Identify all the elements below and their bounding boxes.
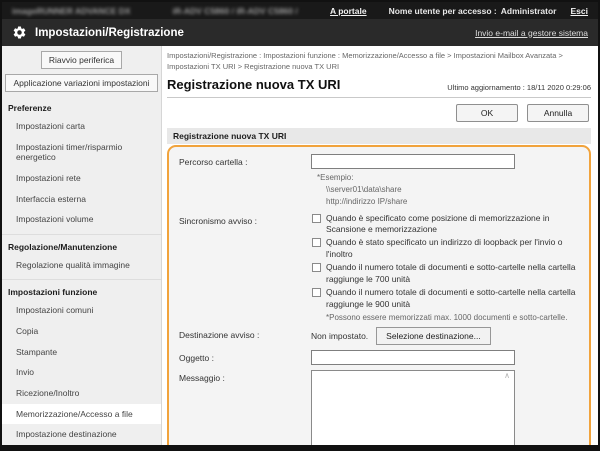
select-destination-button[interactable]: Selezione destinazione... [376,327,491,345]
sync-option-row: Quando è specificato come posizione di m… [311,213,579,236]
sidebar-item-interfaccia-esterna[interactable]: Interfaccia esterna [2,189,161,210]
email-admin-link[interactable]: Invio e-mail a gestore sistema [475,28,588,38]
main-content: Impostazioni/Registrazione : Impostazion… [162,46,598,445]
sync-option-row: Quando il numero totale di documenti e s… [311,287,579,310]
sidebar-item-regolazione-qualita[interactable]: Regolazione qualità immagine [2,255,161,276]
sync-option-1-label: Quando è specificato come posizione di m… [326,213,579,236]
example-http-path: http://indirizzo IP/share [326,196,579,208]
form-section-header: Registrazione nuova TX URI [167,128,591,144]
remote-ui-window: imageRUNNER ADVANCE DX iR-ADV C5860 / iR… [0,0,600,451]
sidebar-section-preferenze: Preferenze [2,96,161,116]
device-topbar: imageRUNNER ADVANCE DX iR-ADV C5860 / iR… [2,2,598,19]
device-name-blurred: imageRUNNER ADVANCE DX [12,6,131,16]
sync-notice-row: Sincronismo avviso : Quando è specificat… [179,213,579,323]
sidebar-item-invio[interactable]: Invio [2,362,161,383]
sync-option-row: Quando è stato specificato un indirizzo … [311,237,579,260]
restart-device-button[interactable]: Riavvio periferica [41,51,122,69]
example-unc-path: \\server01\data\share [326,184,579,196]
sidebar-item-copia[interactable]: Copia [2,321,161,342]
sidebar-item-impostazioni-volume[interactable]: Impostazioni volume [2,209,161,230]
notice-destination-row: Destinazione avviso : Non impostato. Sel… [179,327,579,345]
sidebar-item-ricezione-inoltro[interactable]: Ricezione/Inoltro [2,383,161,404]
scroll-up-icon[interactable]: ∧ [504,372,510,380]
sidebar-item-impostazione-destinazione[interactable]: Impostazione destinazione [2,424,161,445]
sync-option-4-label: Quando il numero totale di documenti e s… [326,287,579,310]
notice-destination-label: Destinazione avviso : [179,327,311,345]
sync-option-3-checkbox[interactable] [312,263,321,272]
message-scrollbar[interactable]: ∧ ∨ [501,372,513,445]
settings-header: Impostazioni/Registrazione Invio e-mail … [2,19,598,46]
folder-path-row: Percorso cartella : *Esempio: \\server01… [179,154,579,208]
notice-destination-status: Non impostato. [311,331,368,341]
logout-link[interactable]: Esci [571,6,589,16]
title-row: Registrazione nuova TX URI Ultimo aggior… [167,77,591,98]
login-user-value: Administrator [501,6,557,16]
action-button-row: OK Annulla [167,104,589,122]
sync-option-row: Quando il numero totale di documenti e s… [311,262,579,285]
example-title: *Esempio: [317,172,579,184]
ok-button[interactable]: OK [456,104,518,122]
sidebar-item-impostazioni-timer[interactable]: Impostazioni timer/risparmio energetico [2,137,161,168]
page-title: Registrazione nuova TX URI [167,77,340,92]
page-section-title: Impostazioni/Registrazione [35,27,475,39]
sync-notice-footnote: *Possono essere memorizzati max. 1000 do… [326,313,579,322]
sidebar-section-regolazione: Regolazione/Manutenzione [2,234,161,255]
sidebar-item-impostazioni-comuni[interactable]: Impostazioni comuni [2,300,161,321]
sync-option-2-label: Quando è stato specificato un indirizzo … [326,237,579,260]
device-model-blurred: iR-ADV C5860 / iR-ADV C5860 / [173,6,298,16]
apply-setting-changes-button[interactable]: Applicazione variazioni impostazioni [5,74,157,92]
message-label: Messaggio : [179,370,311,445]
sidebar-section-funzione: Impostazioni funzione [2,279,161,300]
sync-option-4-checkbox[interactable] [312,288,321,297]
login-user-label: Nome utente per accesso : [389,6,497,16]
folder-path-label: Percorso cartella : [179,154,311,208]
settings-sidebar: Riavvio periferica Applicazione variazio… [2,46,162,445]
sidebar-item-impostazioni-rete[interactable]: Impostazioni rete [2,168,161,189]
sync-option-1-checkbox[interactable] [312,214,321,223]
sync-option-2-checkbox[interactable] [312,238,321,247]
sidebar-item-stampante[interactable]: Stampante [2,342,161,363]
gear-icon [12,25,27,40]
cancel-button[interactable]: Annulla [527,104,589,122]
sidebar-item-impostazioni-carta[interactable]: Impostazioni carta [2,116,161,137]
folder-path-example: *Esempio: \\server01\data\share http://i… [317,172,579,208]
tx-uri-form-panel: Percorso cartella : *Esempio: \\server01… [167,145,591,446]
last-update-text: Ultimo aggiornamento : 18/11 2020 0:29:0… [447,83,591,92]
sync-option-3-label: Quando il numero totale di documenti e s… [326,262,579,285]
subject-label: Oggetto : [179,350,311,365]
subject-input[interactable] [311,350,515,365]
message-textarea[interactable]: ∧ ∨ [311,370,515,445]
message-row: Messaggio : ∧ ∨ [179,370,579,445]
sync-notice-label: Sincronismo avviso : [179,213,311,323]
subject-row: Oggetto : [179,350,579,365]
portal-link[interactable]: A portale [330,6,367,16]
breadcrumb[interactable]: Impostazioni/Registrazione : Impostazion… [167,50,591,73]
sidebar-item-memorizzazione-accesso-file[interactable]: Memorizzazione/Accesso a file [2,404,161,425]
folder-path-input[interactable] [311,154,515,169]
